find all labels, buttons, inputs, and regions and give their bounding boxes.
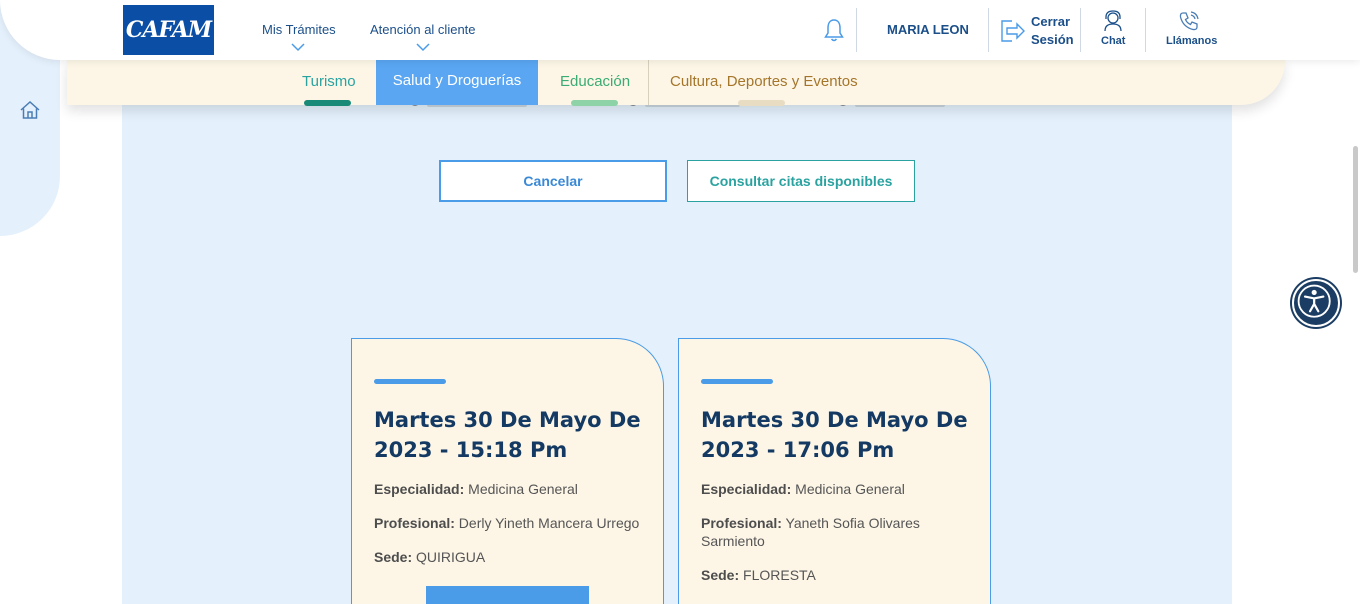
- specialty-label: Especialidad:: [374, 481, 465, 497]
- card-accent-bar: [374, 379, 446, 384]
- request-appointment-button[interactable]: Solicitar cita: [426, 586, 589, 604]
- professional-label: Profesional:: [701, 515, 782, 531]
- header-divider: [1145, 8, 1146, 52]
- header-divider: [988, 8, 989, 52]
- call-link[interactable]: Llámanos: [1166, 35, 1217, 47]
- user-name[interactable]: MARIA LEON: [887, 22, 969, 37]
- header-divider: [1080, 8, 1081, 52]
- appointment-card: Martes 30 De Mayo De 2023 - 17:06 Pm Esp…: [678, 338, 991, 604]
- chevron-down-icon[interactable]: [291, 42, 305, 52]
- professional-row: Profesional: Derly Yineth Mancera Urrego: [374, 514, 654, 532]
- consult-appointments-button[interactable]: Consultar citas disponibles: [687, 160, 915, 202]
- appointment-datetime: Martes 30 De Mayo De 2023 - 15:18 Pm: [374, 408, 641, 462]
- header-divider: [856, 8, 857, 52]
- site-value: FLORESTA: [743, 567, 816, 583]
- category-tabs: Turismo Salud y Droguerías Educación Cul…: [67, 57, 1285, 106]
- cancel-button[interactable]: Cancelar: [439, 160, 667, 202]
- top-header: CAFAM Mis Trámites Atención al cliente M…: [0, 0, 1360, 60]
- professional-label: Profesional:: [374, 515, 455, 531]
- specialty-value: Medicina General: [468, 481, 578, 497]
- professional-row: Profesional: Yaneth Sofia Olivares Sarmi…: [701, 514, 931, 550]
- site-value: QUIRIGUA: [416, 549, 486, 565]
- specialty-row: Especialidad: Medicina General: [374, 480, 654, 498]
- tab-divider: [648, 58, 649, 105]
- site-row: Sede: QUIRIGUA: [374, 548, 654, 566]
- accessibility-button[interactable]: [1292, 279, 1340, 327]
- specialty-row: Especialidad: Medicina General: [701, 480, 981, 498]
- chat-agent-icon[interactable]: [1103, 10, 1123, 32]
- tab-turismo[interactable]: Turismo: [302, 58, 356, 105]
- tab-educacion[interactable]: Educación: [560, 58, 630, 105]
- site-label: Sede:: [701, 567, 740, 583]
- professional-value: Derly Yineth Mancera Urrego: [458, 515, 640, 531]
- logout-button[interactable]: Cerrar Sesión: [1031, 13, 1074, 49]
- nav-atencion-cliente[interactable]: Atención al cliente: [370, 22, 476, 37]
- logout-icon[interactable]: [998, 17, 1026, 45]
- site-label: Sede:: [374, 549, 413, 565]
- cafam-logo[interactable]: CAFAM: [123, 5, 214, 55]
- chevron-down-icon[interactable]: [416, 42, 430, 52]
- chat-link[interactable]: Chat: [1101, 35, 1125, 47]
- tab-salud-droguerias[interactable]: Salud y Droguerías: [376, 57, 538, 105]
- appointment-card: Martes 30 De Mayo De 2023 - 15:18 Pm Esp…: [351, 338, 664, 604]
- accessibility-icon: [1297, 284, 1331, 318]
- appointments-panel: Cancelar Consultar citas disponibles Mar…: [122, 96, 1232, 604]
- card-accent-bar: [701, 379, 773, 384]
- specialty-label: Especialidad:: [701, 481, 792, 497]
- site-row: Sede: FLORESTA: [701, 566, 981, 584]
- specialty-value: Medicina General: [795, 481, 905, 497]
- home-icon[interactable]: [19, 99, 41, 121]
- appointment-datetime: Martes 30 De Mayo De 2023 - 17:06 Pm: [701, 408, 968, 462]
- page-scrollbar[interactable]: [1353, 146, 1358, 273]
- phone-icon[interactable]: [1178, 10, 1200, 32]
- bell-icon[interactable]: [823, 17, 845, 43]
- tab-cultura-deportes-eventos[interactable]: Cultura, Deportes y Eventos: [670, 58, 858, 105]
- nav-mis-tramites[interactable]: Mis Trámites: [262, 22, 336, 37]
